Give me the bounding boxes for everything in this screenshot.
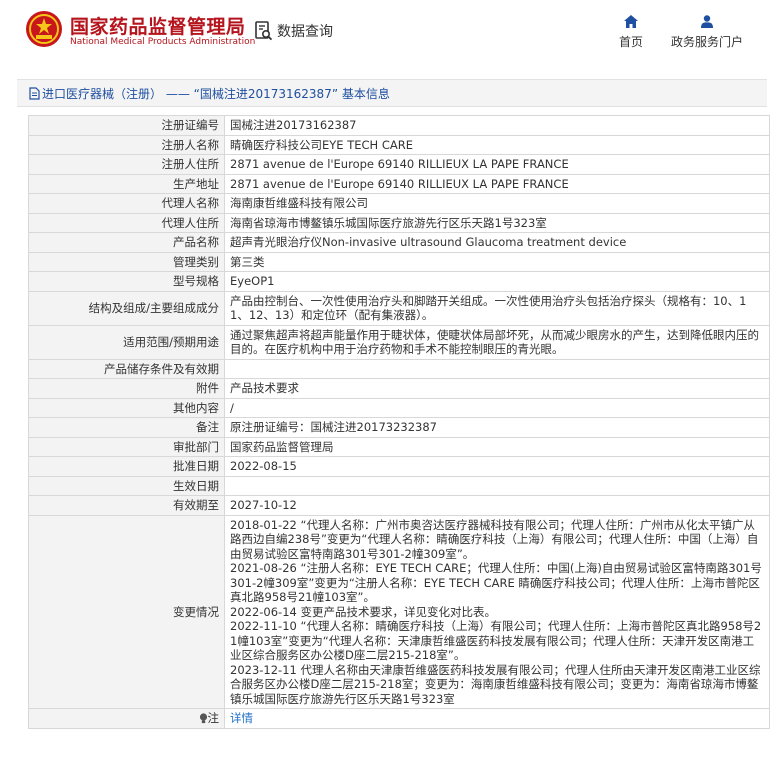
row-value: 海南省琼海市博鳌镇乐城国际医疗旅游先行区乐天路1号323室 xyxy=(224,212,770,233)
table-row: 有效期至 2027-10-12 xyxy=(28,495,770,516)
note-value: 详情 xyxy=(224,708,770,729)
table-row: 生效日期 xyxy=(28,475,770,496)
home-icon xyxy=(624,15,638,28)
table-row: 注册人名称 睛确医疗科技公司EYE TECH CARE xyxy=(28,134,770,155)
table-row: 备注 原注册证编号：国械注进20173232387 xyxy=(28,417,770,438)
note-label: 注 xyxy=(207,711,220,725)
info-table-container: 注册证编号 国械注进20173162387 注册人名称 睛确医疗科技公司EYE TE… xyxy=(28,115,770,729)
row-label: 结构及组成/主要组成成分 xyxy=(28,290,225,326)
row-value: 2027-10-12 xyxy=(224,495,770,516)
change-entry: 2021-08-26 “注册人名称：EYE TECH CARE；代理人住所：中国… xyxy=(230,561,762,604)
table-row: 结构及组成/主要组成成分 产品由控制台、一次性使用治疗头和脚踏开关组成。一次性使用… xyxy=(28,290,770,326)
row-value: 通过聚焦超声将超声能量作用于睫状体，使睫状体局部坏死，从而减少眼房水的产生，达到… xyxy=(224,324,770,360)
table-row: 型号规格 EyeOP1 xyxy=(28,271,770,292)
table-row-changes: 变更情况 2018-01-22 “代理人名称：广州市奥咨达医疗器械科技有限公司；… xyxy=(28,514,770,709)
row-label: 其他内容 xyxy=(28,397,225,418)
row-value: 产品技术要求 xyxy=(224,378,770,399)
row-label: 注册人名称 xyxy=(28,134,225,155)
table-row: 产品储存条件及有效期 xyxy=(28,358,770,379)
detail-title-bar: 进口医疗器械（注册） —— “国械注进20173162387” 基本信息 xyxy=(17,79,767,107)
details-link[interactable]: 详情 xyxy=(230,711,253,725)
change-entry: 2022-11-10 “代理人名称：睛确医疗科技（上海）有限公司；代理人住所：上… xyxy=(230,619,762,662)
user-icon xyxy=(701,15,713,28)
row-label: 代理人住所 xyxy=(28,212,225,233)
data-query-icon xyxy=(255,21,273,41)
document-icon xyxy=(29,86,40,100)
row-value: 原注册证编号：国械注进20173232387 xyxy=(224,417,770,438)
detail-title: 进口医疗器械（注册） —— “国械注进20173162387” 基本信息 xyxy=(42,86,390,101)
nav-home[interactable]: 首页 xyxy=(619,15,643,50)
table-row: 批准日期 2022-08-15 xyxy=(28,456,770,477)
row-label: 批准日期 xyxy=(28,456,225,477)
row-value: 国械注进20173162387 xyxy=(224,115,770,136)
site-name-cn: 国家药品监督管理局 xyxy=(70,16,246,38)
change-entry: 2022-06-14 变更产品技术要求，详见变化对比表。 xyxy=(230,604,496,619)
device-info-table: 注册证编号 国械注进20173162387 注册人名称 睛确医疗科技公司EYE TE… xyxy=(28,115,770,729)
row-value: 2022-08-15 xyxy=(224,456,770,477)
row-label: 管理类别 xyxy=(28,251,225,272)
table-row: 其他内容 / xyxy=(28,397,770,418)
row-label: 代理人名称 xyxy=(28,193,225,214)
change-entry: 2018-01-22 “代理人名称：广州市奥咨达医疗器械科技有限公司；代理人住所… xyxy=(230,517,759,561)
row-value: 第三类 xyxy=(224,251,770,272)
row-label: 产品储存条件及有效期 xyxy=(28,358,225,379)
row-label: 生效日期 xyxy=(28,475,225,496)
row-label: 生产地址 xyxy=(28,173,225,194)
table-row: 管理类别 第三类 xyxy=(28,251,770,272)
row-value xyxy=(224,475,770,496)
data-query-label: 数据查询 xyxy=(277,24,333,40)
row-label: 附件 xyxy=(28,378,225,399)
change-entry: 2023-12-11 代理人名称由天津康哲维盛医药科技发展有限公司；代理人住所由… xyxy=(230,662,761,706)
table-row: 产品名称 超声青光眼治疗仪Non-invasive ultrasound Glau… xyxy=(28,232,770,253)
data-query-link[interactable]: 数据查询 xyxy=(255,19,333,43)
table-row: 代理人名称 海南康哲维盛科技有限公司 xyxy=(28,193,770,214)
table-row: 生产地址 2871 avenue de l'Europe 69140 RILLIE… xyxy=(28,173,770,194)
table-row: 代理人住所 海南省琼海市博鳌镇乐城国际医疗旅游先行区乐天路1号323室 xyxy=(28,212,770,233)
changes-label: 变更情况 xyxy=(28,514,225,709)
site-header: 国家药品监督管理局 National Medical Products Admi… xyxy=(0,0,770,66)
table-row: 审批部门 国家药品监督管理局 xyxy=(28,436,770,457)
nav-service-portal-label: 政务服务门户 xyxy=(671,35,744,49)
row-value xyxy=(224,358,770,379)
note-label-cell: 注 xyxy=(28,708,225,729)
lightbulb-icon xyxy=(199,713,207,723)
row-value: / xyxy=(224,397,770,418)
table-row: 适用范围/预期用途 通过聚焦超声将超声能量作用于睫状体，使睫状体局部坏死，从而减少… xyxy=(28,324,770,360)
table-row-note: 注 详情 xyxy=(28,708,770,729)
row-label: 注册证编号 xyxy=(28,115,225,136)
row-value: EyeOP1 xyxy=(224,271,770,292)
row-label: 审批部门 xyxy=(28,436,225,457)
nav-home-label: 首页 xyxy=(619,35,644,49)
row-label: 注册人住所 xyxy=(28,154,225,175)
row-value: 国家药品监督管理局 xyxy=(224,436,770,457)
row-value: 2871 avenue de l'Europe 69140 RILLIEUX L… xyxy=(224,173,770,194)
changes-value: 2018-01-22 “代理人名称：广州市奥咨达医疗器械科技有限公司；代理人住所… xyxy=(224,514,770,709)
site-name-en: National Medical Products Administration xyxy=(70,37,256,47)
row-value: 超声青光眼治疗仪Non-invasive ultrasound Glaucoma… xyxy=(224,232,770,253)
row-label: 型号规格 xyxy=(28,271,225,292)
table-row: 注册证编号 国械注进20173162387 xyxy=(28,115,770,136)
row-label: 备注 xyxy=(28,417,225,438)
row-value: 2871 avenue de l'Europe 69140 RILLIEUX L… xyxy=(224,154,770,175)
row-value: 产品由控制台、一次性使用治疗头和脚踏开关组成。一次性使用治疗头包括治疗探头（规格… xyxy=(224,290,770,326)
row-value: 睛确医疗科技公司EYE TECH CARE xyxy=(224,134,770,155)
row-value: 海南康哲维盛科技有限公司 xyxy=(224,193,770,214)
row-label: 适用范围/预期用途 xyxy=(28,324,225,360)
row-label: 有效期至 xyxy=(28,495,225,516)
table-row: 注册人住所 2871 avenue de l'Europe 69140 RILLI… xyxy=(28,154,770,175)
national-emblem-icon xyxy=(26,11,62,47)
table-row: 附件 产品技术要求 xyxy=(28,378,770,399)
row-label: 产品名称 xyxy=(28,232,225,253)
nav-service-portal[interactable]: 政务服务门户 xyxy=(671,15,743,50)
